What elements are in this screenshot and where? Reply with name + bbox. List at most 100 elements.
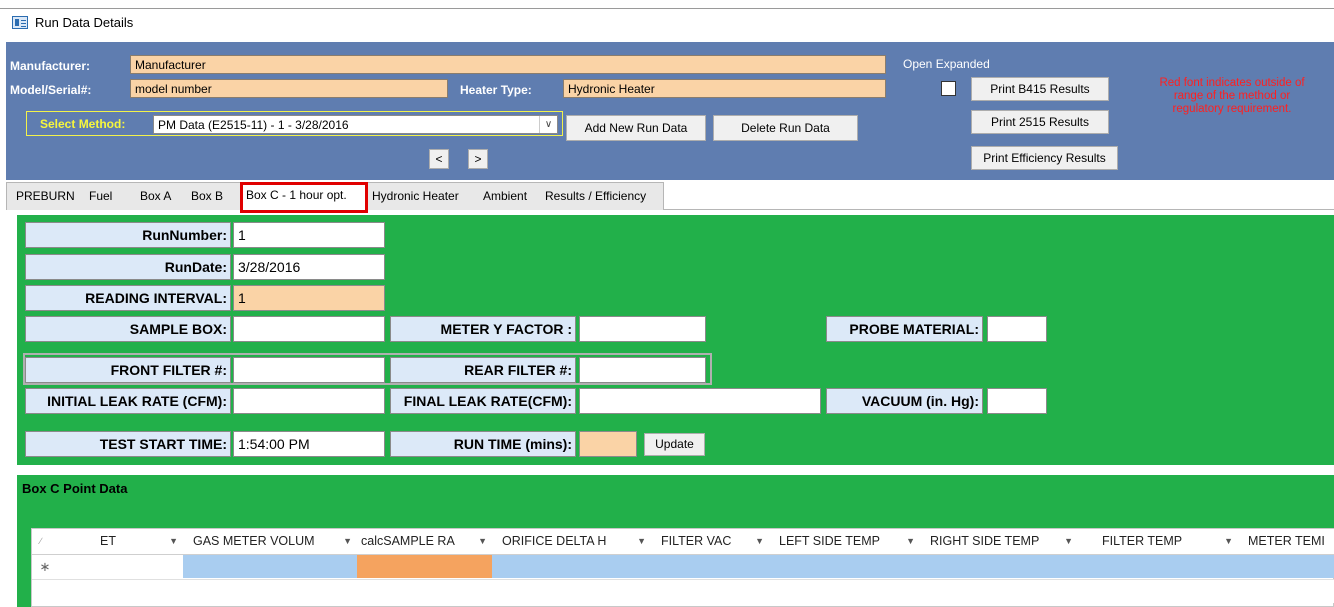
empty-row-cell <box>769 579 921 603</box>
test-start-time-field[interactable]: 1:54:00 PM <box>233 431 385 457</box>
column-header[interactable]: FILTER TEMP ▼ <box>1078 529 1239 554</box>
empty-row-cell <box>651 579 770 603</box>
sample-box-label: SAMPLE BOX: <box>25 316 231 342</box>
empty-row-cell <box>492 579 652 603</box>
empty-row-cell <box>920 579 1079 603</box>
manufacturer-label: Manufacturer: <box>10 59 91 73</box>
point-data-grid[interactable]: ∕ ET ▼ GAS METER VOLUM ▼ calcSAMPLE RA ▼ OR… <box>31 528 1334 607</box>
reading-interval-field[interactable]: 1 <box>233 285 385 311</box>
empty-row-cell <box>58 579 184 603</box>
rear-filter-label: REAR FILTER #: <box>390 357 576 383</box>
probe-material-field[interactable] <box>987 316 1047 342</box>
column-header-label: RIGHT SIDE TEMP <box>930 534 1040 548</box>
meter-y-factor-field[interactable] <box>579 316 706 342</box>
grid-cell-calc-sample-rate[interactable] <box>357 555 493 578</box>
window-title-bar <box>0 0 1334 42</box>
rear-filter-field[interactable] <box>579 357 706 383</box>
sort-arrow-icon[interactable]: ▼ <box>906 529 915 554</box>
print-efficiency-results-button[interactable]: Print Efficiency Results <box>971 146 1118 170</box>
empty-row-cell <box>32 579 59 603</box>
final-leak-rate-field[interactable] <box>579 388 821 414</box>
final-leak-rate-label: FINAL LEAK RATE(CFM): <box>390 388 576 414</box>
grid-cell-et[interactable] <box>58 555 184 578</box>
column-header-label: FILTER TEMP <box>1102 534 1183 548</box>
sort-arrow-icon[interactable]: ▼ <box>343 529 352 554</box>
dropdown-arrow-icon[interactable]: ∨ <box>539 116 557 133</box>
initial-leak-rate-label: INITIAL LEAK RATE (CFM): <box>25 388 231 414</box>
model-serial-field[interactable]: model number <box>130 79 448 98</box>
manufacturer-field[interactable]: Manufacturer <box>130 55 886 74</box>
form-icon <box>12 16 28 29</box>
update-button[interactable]: Update <box>644 433 705 456</box>
add-new-run-data-button[interactable]: Add New Run Data <box>566 115 706 141</box>
probe-material-label: PROBE MATERIAL: <box>826 316 983 342</box>
empty-row-cell <box>357 579 493 603</box>
tab-box-c[interactable]: Box C - 1 hour opt. <box>246 188 347 202</box>
previous-record-button[interactable]: < <box>429 149 449 169</box>
column-header[interactable]: FILTER VAC ▼ <box>651 529 770 554</box>
column-header[interactable]: RIGHT SIDE TEMP ▼ <box>920 529 1079 554</box>
delete-run-data-button[interactable]: Delete Run Data <box>713 115 858 141</box>
sort-arrow-icon[interactable]: ▼ <box>169 529 178 554</box>
grid-cell[interactable] <box>769 555 921 578</box>
column-header[interactable]: ET ▼ <box>58 529 184 554</box>
tab-results-efficiency[interactable]: Results / Efficiency <box>545 189 646 203</box>
column-header-label: ORIFICE DELTA H <box>502 534 607 548</box>
tab-preburn[interactable]: PREBURN <box>16 189 75 203</box>
column-header-label: FILTER VAC <box>661 534 732 548</box>
heater-type-label: Heater Type: <box>460 83 532 97</box>
column-header[interactable]: LEFT SIDE TEMP ▼ <box>769 529 921 554</box>
front-filter-field[interactable] <box>233 357 385 383</box>
tab-fuel[interactable]: Fuel <box>89 189 112 203</box>
grid-cell[interactable] <box>1238 555 1334 578</box>
front-filter-label: FRONT FILTER #: <box>25 357 231 383</box>
run-date-field[interactable]: 3/28/2016 <box>233 254 385 280</box>
sort-arrow-icon[interactable]: ▼ <box>1224 529 1233 554</box>
range-warning-note: Red font indicates outside of range of t… <box>1159 77 1305 115</box>
column-header-label: LEFT SIDE TEMP <box>779 534 880 548</box>
sort-arrow-icon[interactable]: ▼ <box>1064 529 1073 554</box>
run-date-label: RunDate: <box>25 254 231 280</box>
open-expanded-checkbox[interactable] <box>941 81 956 96</box>
heater-type-field[interactable]: Hydronic Heater <box>563 79 886 98</box>
run-number-label: RunNumber: <box>25 222 231 248</box>
run-time-field[interactable] <box>579 431 637 457</box>
sample-box-field[interactable] <box>233 316 385 342</box>
sort-arrow-icon[interactable]: ▼ <box>478 529 487 554</box>
tab-hydronic-heater[interactable]: Hydronic Heater <box>372 189 459 203</box>
grid-cell[interactable] <box>1078 555 1239 578</box>
run-number-field[interactable]: 1 <box>233 222 385 248</box>
select-method-dropdown[interactable]: PM Data (E2515-11) - 1 - 3/28/2016 <box>153 115 558 134</box>
subform-title: Box C Point Data <box>22 481 128 496</box>
tab-ambient[interactable]: Ambient <box>483 189 527 203</box>
tab-box-a[interactable]: Box A <box>140 189 171 203</box>
sort-arrow-icon[interactable]: ▼ <box>637 529 646 554</box>
grid-cell[interactable] <box>183 555 358 578</box>
empty-row-cell <box>183 579 358 603</box>
column-header-label: METER TEMI <box>1248 534 1325 548</box>
open-expanded-label: Open Expanded <box>903 57 990 71</box>
column-header[interactable]: METER TEMI <box>1238 529 1334 554</box>
print-b415-results-button[interactable]: Print B415 Results <box>971 77 1109 101</box>
new-record-row-marker[interactable]: ∗ <box>32 555 59 578</box>
tab-box-b[interactable]: Box B <box>191 189 223 203</box>
next-record-button[interactable]: > <box>468 149 488 169</box>
grid-cell[interactable] <box>651 555 770 578</box>
print-2515-results-button[interactable]: Print 2515 Results <box>971 110 1109 134</box>
column-header[interactable]: GAS METER VOLUM ▼ <box>183 529 358 554</box>
vacuum-label: VACUUM (in. Hg): <box>826 388 983 414</box>
grid-cell[interactable] <box>492 555 652 578</box>
grid-cell[interactable] <box>920 555 1079 578</box>
initial-leak-rate-field[interactable] <box>233 388 385 414</box>
select-method-label: Select Method: <box>40 117 126 131</box>
column-header[interactable]: ORIFICE DELTA H ▼ <box>492 529 652 554</box>
sort-arrow-icon[interactable]: ▼ <box>755 529 764 554</box>
row-selector-header[interactable]: ∕ <box>32 529 59 554</box>
empty-row-cell <box>1238 579 1334 603</box>
meter-y-factor-label: METER Y FACTOR : <box>390 316 576 342</box>
column-header[interactable]: calcSAMPLE RA ▼ <box>357 529 493 554</box>
model-serial-label: Model/Serial#: <box>10 83 92 97</box>
column-header-label: ET <box>100 534 116 548</box>
column-header-label: GAS METER VOLUM <box>193 534 315 548</box>
vacuum-field[interactable] <box>987 388 1047 414</box>
